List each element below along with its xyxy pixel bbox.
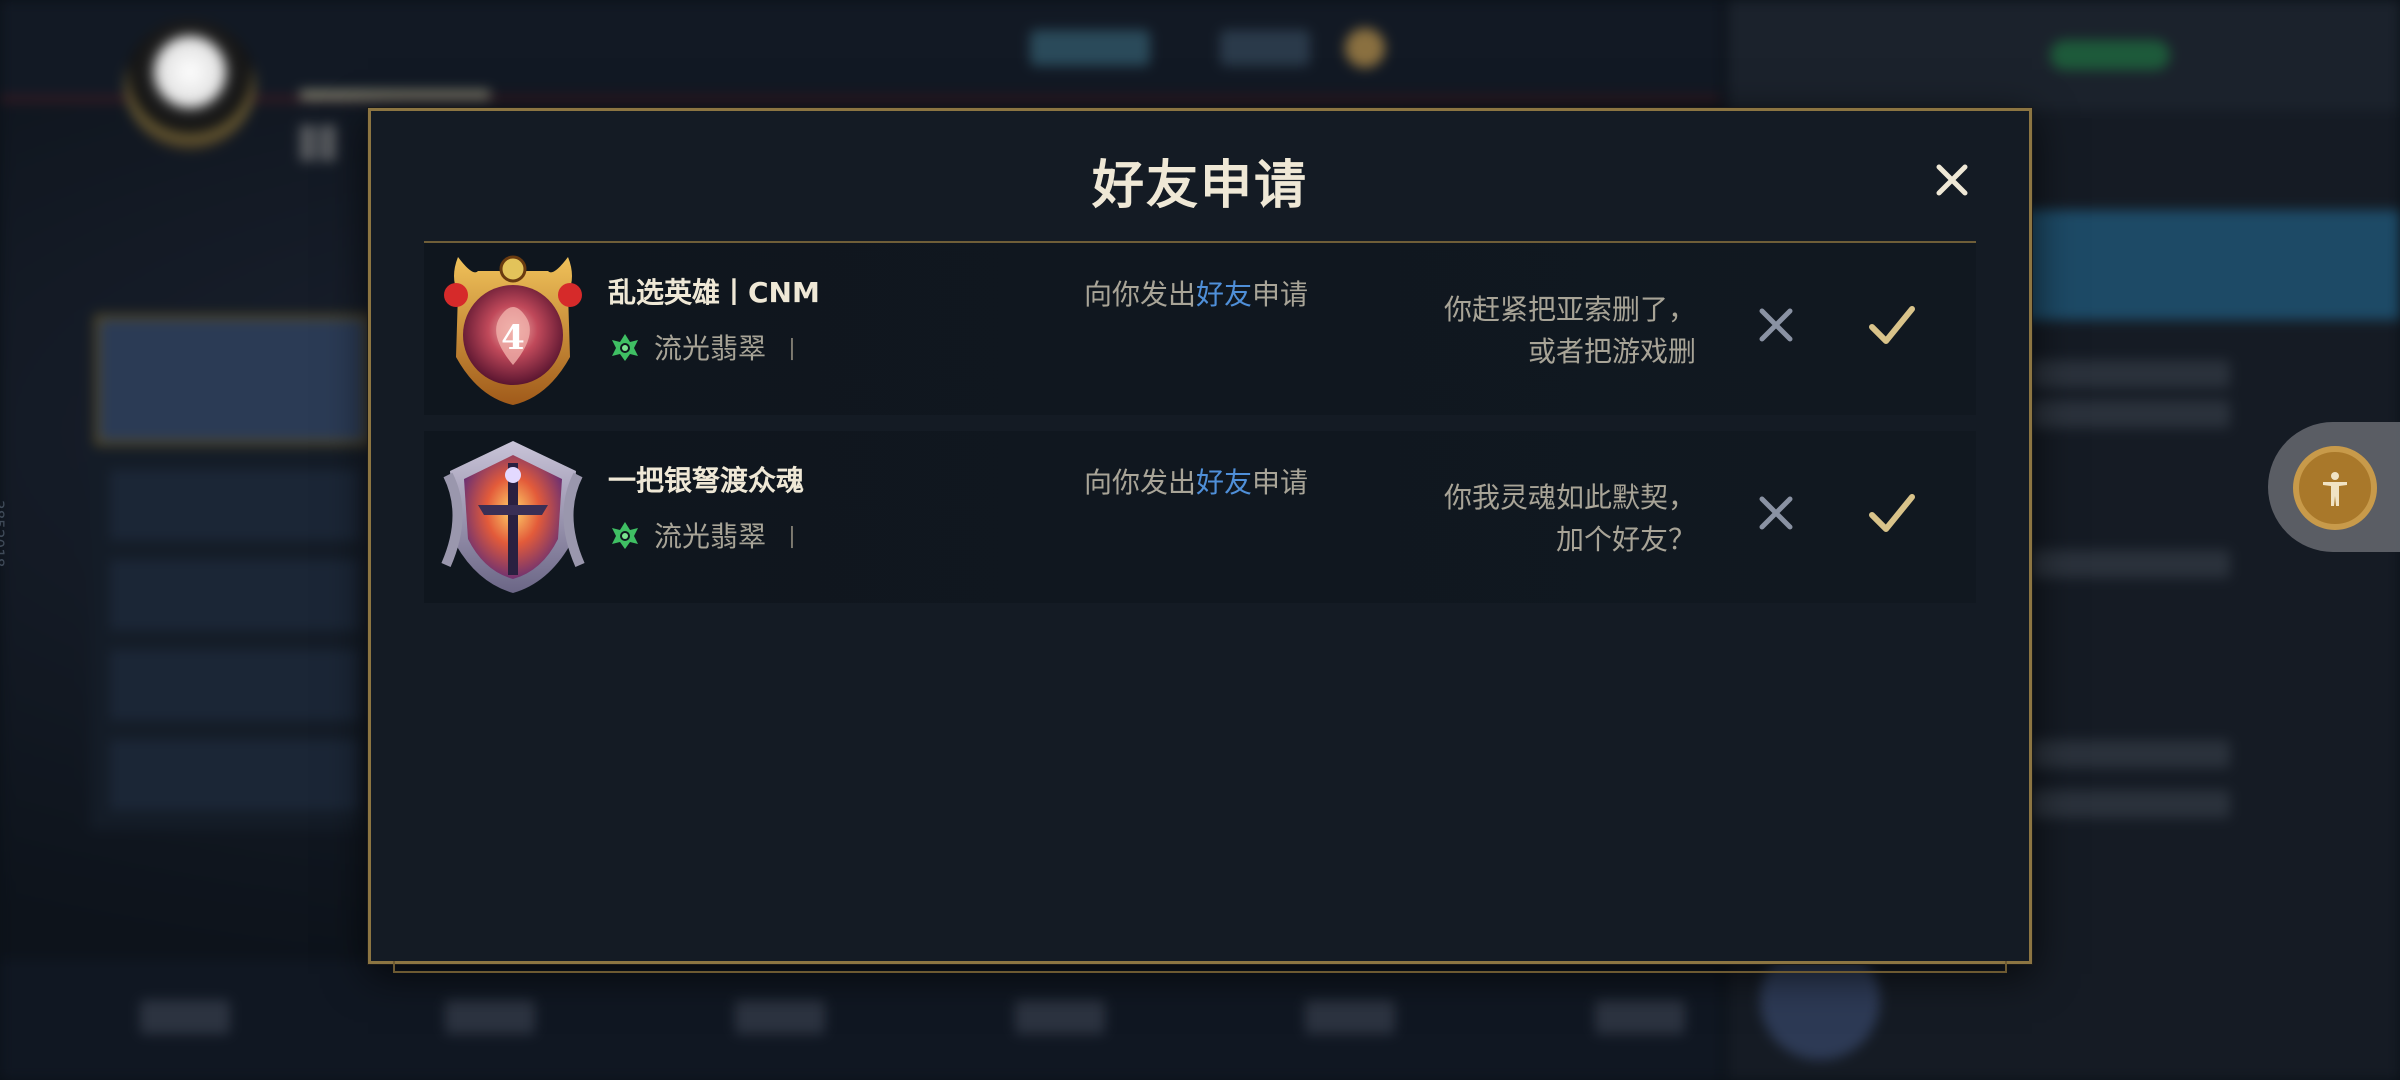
side-id-text: 3852018 [0, 500, 8, 568]
left-feature-card [95, 315, 370, 445]
svg-text:4: 4 [501, 318, 525, 358]
rank-info: 流光翡翠 丨 [608, 327, 804, 367]
request-text: 向你发出好友申请 [1084, 273, 1308, 313]
reject-button[interactable] [1748, 297, 1804, 353]
avatar [125, 20, 255, 150]
request-text: 向你发出好友申请 [1084, 461, 1308, 501]
left-list-item [110, 470, 360, 540]
accessibility-icon [2323, 472, 2347, 506]
request-prefix: 向你发出 [1084, 466, 1197, 499]
right-list-item [2030, 740, 2230, 768]
emerald-rank-icon [612, 522, 638, 549]
bottom-nav-item [445, 1000, 535, 1034]
friend-request-dialog: 好友申请 4 乱选英雄丨CNM 流光翡翠 丨 向你发出好友申请 你赶紧把亚索删了… [368, 108, 2032, 973]
player-name[interactable]: 一把银弩渡众魂 [608, 459, 804, 499]
right-panel-banner [2000, 210, 2400, 320]
request-row: 4 乱选英雄丨CNM 流光翡翠 丨 向你发出好友申请 你赶紧把亚索删了， 或者把… [424, 243, 1976, 415]
rank-separator: 丨 [780, 335, 805, 364]
right-list-item [2030, 790, 2230, 818]
bottom-nav-item [1015, 1000, 1105, 1034]
right-list-item [2030, 400, 2230, 428]
emerald-rank-icon [612, 334, 638, 361]
message-line: 你赶紧把亚索删了， [1443, 293, 1696, 326]
bottom-nav-item [1305, 1000, 1395, 1034]
accessibility-button[interactable] [2293, 446, 2377, 530]
request-suffix: 申请 [1252, 278, 1309, 311]
message-line: 你我灵魂如此默契， [1443, 481, 1696, 514]
right-list-item [2030, 360, 2230, 388]
xp-bar [300, 90, 490, 100]
message-line: 或者把游戏删 [1527, 335, 1696, 368]
close-icon [1936, 164, 1968, 196]
accept-check-icon [1869, 306, 1915, 344]
close-button[interactable] [1927, 155, 1977, 205]
rank-info: 流光翡翠 丨 [608, 515, 804, 555]
rank-name: 流光翡翠 [654, 520, 767, 553]
player-name[interactable]: 乱选英雄丨CNM [608, 271, 820, 311]
request-list: 4 乱选英雄丨CNM 流光翡翠 丨 向你发出好友申请 你赶紧把亚索删了， 或者把… [424, 243, 1976, 619]
bottom-nav-item [1595, 1000, 1685, 1034]
request-row: 一把银弩渡众魂 流光翡翠 丨 向你发出好友申请 你我灵魂如此默契， 加个好友？ [424, 431, 1976, 603]
left-list-item [110, 560, 360, 630]
accept-button[interactable] [1860, 293, 1924, 357]
currency-badge [1030, 30, 1150, 66]
request-highlight: 好友 [1196, 278, 1253, 311]
rank-badge-crossbow-icon [438, 435, 588, 597]
rank-badge-red-icon: 4 [438, 247, 588, 409]
top-bar [0, 0, 1720, 100]
reject-x-icon [1759, 496, 1793, 530]
currency-badge [1220, 30, 1310, 66]
bottom-nav-bar [0, 960, 1720, 1080]
left-list-item [110, 740, 360, 810]
reject-button[interactable] [1748, 485, 1804, 541]
online-status [2050, 40, 2170, 70]
message-line: 加个好友？ [1555, 523, 1696, 556]
bottom-nav-item [735, 1000, 825, 1034]
request-message: 你我灵魂如此默契， 加个好友？ [1396, 477, 1696, 561]
grid-icon [300, 125, 336, 161]
request-prefix: 向你发出 [1084, 278, 1197, 311]
left-list-item [110, 650, 360, 720]
request-message: 你赶紧把亚索删了， 或者把游戏删 [1396, 289, 1696, 373]
right-list-item [2030, 550, 2230, 578]
dialog-title: 好友申请 [1091, 156, 1308, 216]
accept-check-icon [1869, 494, 1915, 532]
request-highlight: 好友 [1196, 466, 1253, 499]
rank-name: 流光翡翠 [654, 332, 767, 365]
rank-separator: 丨 [780, 523, 805, 552]
currency-icon [1345, 28, 1385, 68]
request-suffix: 申请 [1252, 466, 1309, 499]
bottom-nav-item [140, 1000, 230, 1034]
reject-x-icon [1759, 308, 1793, 342]
top-bar-divider [0, 96, 1720, 102]
accept-button[interactable] [1860, 481, 1924, 545]
